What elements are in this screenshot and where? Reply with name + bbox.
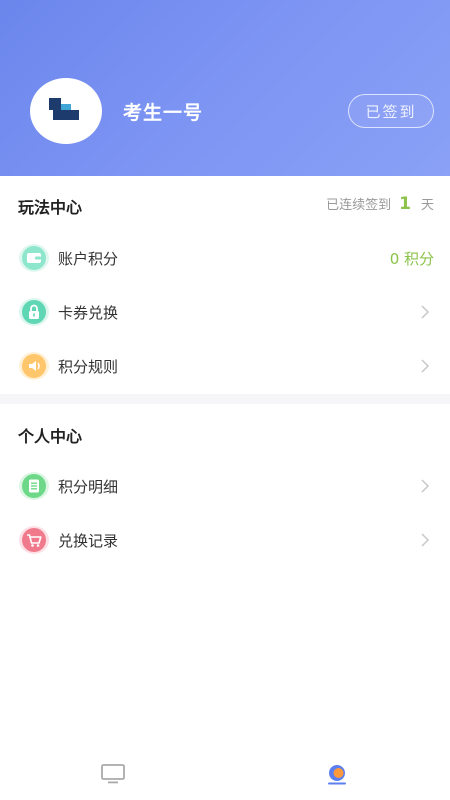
list-item-card-exchange[interactable]: 卡券兑换 [0, 285, 450, 339]
list-item-label: 兑换记录 [58, 531, 119, 550]
section-title-play-center: 玩法中心 [18, 198, 83, 217]
list-item-label: 积分明细 [58, 477, 119, 496]
sign-in-streak: 已连续签到 1 天 [326, 194, 434, 214]
list-item-label: 积分规则 [58, 357, 119, 376]
section-divider [0, 394, 450, 404]
bottom-tab-bar [0, 750, 450, 800]
lock-icon [19, 298, 49, 326]
chevron-right-icon [421, 533, 430, 547]
list-item-points-rules[interactable]: 积分规则 [0, 339, 450, 393]
streak-suffix: 天 [420, 198, 434, 213]
profile-icon [328, 765, 346, 785]
streak-prefix: 已连续签到 [326, 198, 392, 213]
list-item-label: 账户积分 [58, 249, 119, 268]
points-value: 0 积分 [389, 249, 434, 268]
chevron-right-icon [421, 479, 430, 493]
list-item-exchange-records[interactable]: 兑换记录 [0, 513, 450, 567]
tab-home[interactable] [100, 762, 126, 786]
section-title-personal-center: 个人中心 [18, 427, 83, 446]
chevron-right-icon [421, 305, 430, 319]
chevron-right-icon [421, 359, 430, 373]
avatar[interactable] [30, 78, 102, 144]
wallet-icon [19, 244, 49, 272]
app-logo-icon [49, 96, 83, 126]
document-icon [19, 472, 49, 500]
username: 考生一号 [123, 102, 204, 124]
streak-days: 1 [399, 194, 411, 214]
signed-in-button[interactable]: 已签到 [348, 94, 434, 128]
speaker-icon [19, 352, 49, 380]
cart-icon [19, 526, 49, 554]
monitor-icon [101, 764, 125, 784]
tab-profile[interactable] [324, 762, 350, 786]
list-item-label: 卡券兑换 [58, 303, 119, 322]
profile-header: 考生一号 已签到 [0, 0, 450, 176]
list-item-account-points[interactable]: 账户积分 0 积分 [0, 231, 450, 285]
list-item-points-detail[interactable]: 积分明细 [0, 459, 450, 513]
